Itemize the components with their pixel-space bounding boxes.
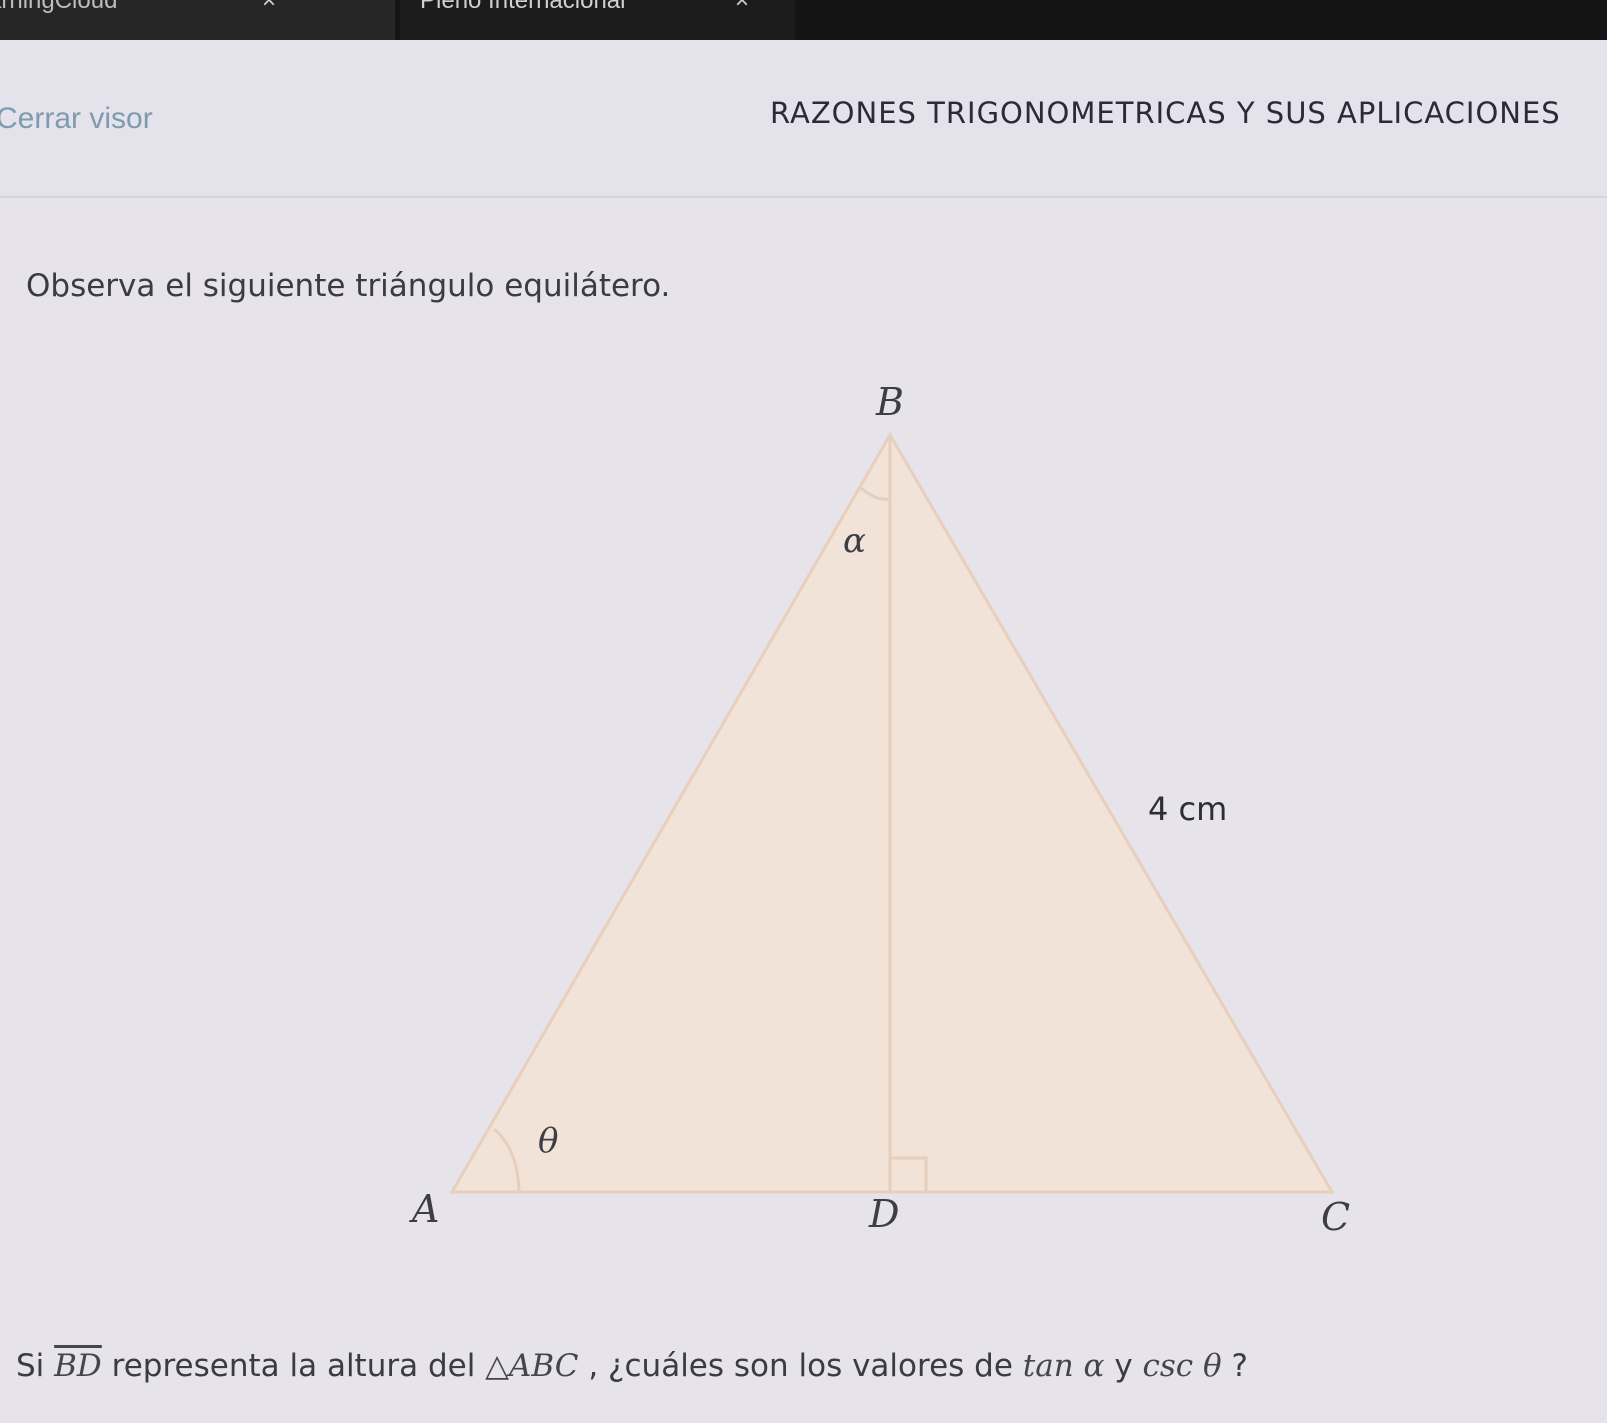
- label-vertex-a: A: [409, 1187, 439, 1231]
- question-prefix: Si: [16, 1348, 55, 1384]
- tan-alpha-expression: tan α: [1022, 1348, 1105, 1384]
- segment-bd: BD: [54, 1348, 102, 1384]
- tab-close-icon[interactable]: ×: [735, 0, 749, 13]
- label-angle-alpha: α: [843, 521, 866, 561]
- question-after-triangle: , ¿cuáles son los valores de: [588, 1348, 1023, 1384]
- label-vertex-c: C: [1321, 1195, 1350, 1239]
- equilateral-triangle-figure: B α 4 cm θ A D C: [409, 380, 1350, 1239]
- label-vertex-b: B: [875, 380, 904, 424]
- question-conjunction: y: [1114, 1348, 1143, 1384]
- browser-tab-bar: arningCloud × Pleno Internacional ×: [0, 0, 1607, 40]
- intro-text: Observa el siguiente triángulo equiláter…: [26, 268, 671, 304]
- label-side-length: 4 cm: [1148, 790, 1227, 828]
- tab-close-icon[interactable]: ×: [262, 0, 276, 13]
- label-angle-theta: θ: [538, 1121, 558, 1161]
- question-middle: representa la altura del: [111, 1348, 486, 1384]
- browser-tab-learningcloud[interactable]: arningCloud ×: [0, 0, 395, 40]
- csc-theta-expression: csc θ: [1142, 1348, 1222, 1384]
- question-suffix: ?: [1231, 1348, 1249, 1384]
- close-viewer-link[interactable]: Cerrar visor: [0, 102, 153, 136]
- lesson-title: RAZONES TRIGONOMETRICAS Y SUS APLICACION…: [770, 96, 1561, 130]
- tab-label: arningCloud: [0, 0, 118, 14]
- tab-label: Pleno Internacional: [420, 0, 626, 14]
- triangle-abc-symbol: △ABC: [485, 1348, 579, 1384]
- viewer-header: Cerrar visor RAZONES TRIGONOMETRICAS Y S…: [0, 40, 1607, 198]
- label-vertex-d: D: [868, 1192, 899, 1236]
- question-text: Si BD representa la altura del △ABC , ¿c…: [16, 1348, 1248, 1384]
- browser-tab-pleno-internacional[interactable]: Pleno Internacional ×: [400, 0, 795, 40]
